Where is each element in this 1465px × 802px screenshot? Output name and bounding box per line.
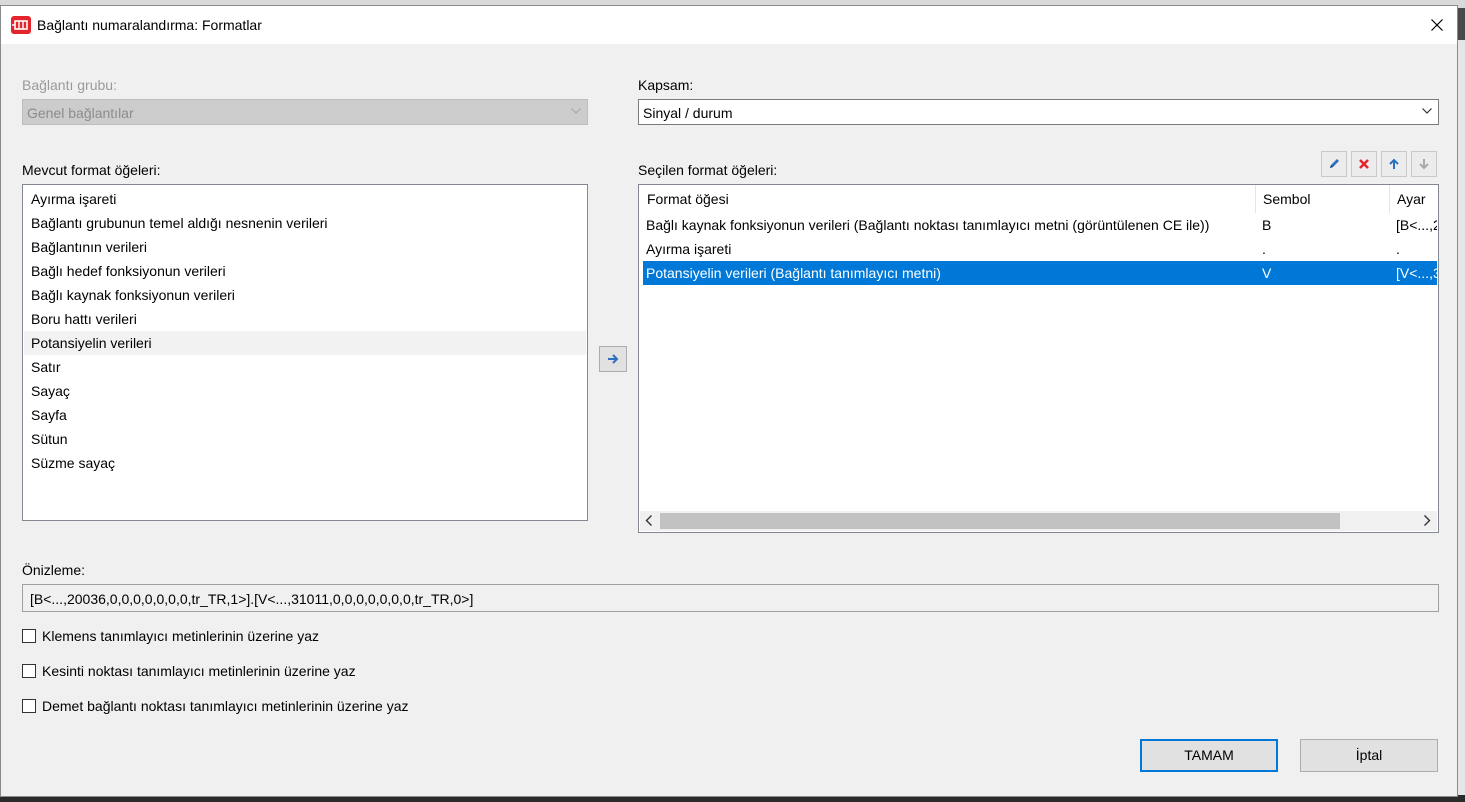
- horizontal-scrollbar[interactable]: [640, 511, 1437, 531]
- table-row-selected[interactable]: Potansiyelin verileri (Bağlantı tanımlay…: [643, 261, 1437, 285]
- chevron-down-icon: [571, 108, 581, 114]
- cell-symbol: V: [1262, 265, 1272, 281]
- available-item-column[interactable]: Sütun: [24, 427, 586, 451]
- connection-numbering-icon: [11, 16, 31, 34]
- arrow-up-icon: [1389, 158, 1399, 169]
- table-row[interactable]: Bağlı kaynak fonksiyonun verileri (Bağla…: [643, 213, 1437, 237]
- pencil-icon: [1330, 159, 1339, 168]
- close-button[interactable]: [1419, 10, 1455, 40]
- scrollbar-thumb[interactable]: [660, 513, 1340, 529]
- available-item-potential[interactable]: Potansiyelin verileri: [24, 331, 586, 355]
- preview-value: [B<...,20036,0,0,0,0,0,0,0,tr_TR,1>].[V<…: [30, 591, 474, 607]
- column-header-symbol[interactable]: Sembol: [1256, 185, 1390, 213]
- scope-combo[interactable]: Sinyal / durum: [638, 99, 1439, 125]
- available-items-label: Mevcut format öğeleri:: [22, 162, 161, 178]
- column-header-setting[interactable]: Ayar: [1390, 185, 1438, 213]
- available-item-filter-counter[interactable]: Süzme sayaç: [24, 451, 586, 475]
- column-header-format-item[interactable]: Format öğesi: [640, 185, 1256, 213]
- available-item-separator[interactable]: Ayırma işareti: [24, 187, 586, 211]
- available-items-list[interactable]: Ayırma işareti Bağlantı grubunun temel a…: [22, 184, 588, 521]
- checkbox-label[interactable]: Klemens tanımlayıcı metinlerinin üzerine…: [42, 628, 319, 644]
- cell-format-item: Potansiyelin verileri (Bağlantı tanımlay…: [646, 265, 941, 281]
- checkbox-box[interactable]: [22, 664, 36, 678]
- arrow-right-icon: [608, 354, 619, 364]
- preview-field: [B<...,20036,0,0,0,0,0,0,0,tr_TR,1>].[V<…: [22, 584, 1439, 612]
- available-item-group-object[interactable]: Bağlantı grubunun temel aldığı nesnenin …: [24, 211, 586, 235]
- available-item-counter[interactable]: Sayaç: [24, 379, 586, 403]
- arrow-down-icon: [1419, 159, 1429, 170]
- available-item-source-function[interactable]: Bağlı kaynak fonksiyonun verileri: [24, 283, 586, 307]
- background-app-edge: [1458, 40, 1465, 795]
- title-bar: Bağlantı numaralandırma: Formatlar: [1, 6, 1457, 44]
- table-row[interactable]: Ayırma işareti . .: [643, 237, 1437, 261]
- ok-button[interactable]: TAMAM: [1140, 739, 1278, 772]
- checkbox-label[interactable]: Demet bağlantı noktası tanımlayıcı metin…: [42, 698, 409, 714]
- chevron-down-icon: [1422, 108, 1432, 114]
- checkbox-label[interactable]: Kesinti noktası tanımlayıcı metinlerinin…: [42, 663, 356, 679]
- checkbox-box[interactable]: [22, 629, 36, 643]
- dialog-title: Bağlantı numaralandırma: Formatlar: [37, 17, 262, 33]
- scope-value: Sinyal / durum: [643, 105, 733, 121]
- preview-label: Önizleme:: [22, 562, 86, 578]
- available-item-page[interactable]: Sayfa: [24, 403, 586, 427]
- move-down-button[interactable]: [1411, 151, 1437, 177]
- available-item-row[interactable]: Satır: [24, 355, 586, 379]
- available-item-target-function[interactable]: Bağlı hedef fonksiyonun verileri: [24, 259, 586, 283]
- connection-group-label: Bağlantı grubu:: [22, 77, 117, 93]
- cell-format-item: Bağlı kaynak fonksiyonun verileri (Bağla…: [646, 217, 1210, 233]
- cell-setting: [V<...,3: [1396, 265, 1437, 281]
- checkbox-box[interactable]: [22, 699, 36, 713]
- delete-icon: [1359, 159, 1369, 169]
- edit-item-button[interactable]: [1321, 151, 1347, 177]
- cell-format-item: Ayırma işareti: [646, 241, 732, 257]
- connection-group-value: Genel bağlantılar: [27, 105, 134, 121]
- cell-setting: .: [1396, 241, 1400, 257]
- add-format-item-button[interactable]: [599, 346, 627, 372]
- cell-symbol: B: [1262, 217, 1272, 233]
- cell-symbol: .: [1262, 241, 1266, 257]
- close-icon: [1431, 19, 1443, 31]
- cell-setting: [B<...,2: [1396, 217, 1437, 233]
- cancel-button[interactable]: İptal: [1300, 739, 1438, 772]
- chevron-right-icon[interactable]: [1423, 515, 1431, 526]
- chevron-left-icon[interactable]: [645, 515, 653, 526]
- connection-group-combo: Genel bağlantılar: [22, 99, 588, 125]
- available-item-pipeline[interactable]: Boru hattı verileri: [24, 307, 586, 331]
- move-up-button[interactable]: [1381, 151, 1407, 177]
- selected-items-grid[interactable]: Format öğesi Sembol Ayar Bağlı kaynak fo…: [638, 184, 1439, 533]
- selected-items-label: Seçilen format öğeleri:: [638, 162, 778, 178]
- available-item-connection[interactable]: Bağlantının verileri: [24, 235, 586, 259]
- delete-item-button[interactable]: [1351, 151, 1377, 177]
- formats-dialog: Bağlantı numaralandırma: Formatlar Bağla…: [0, 5, 1458, 797]
- scope-label: Kapsam:: [638, 77, 694, 93]
